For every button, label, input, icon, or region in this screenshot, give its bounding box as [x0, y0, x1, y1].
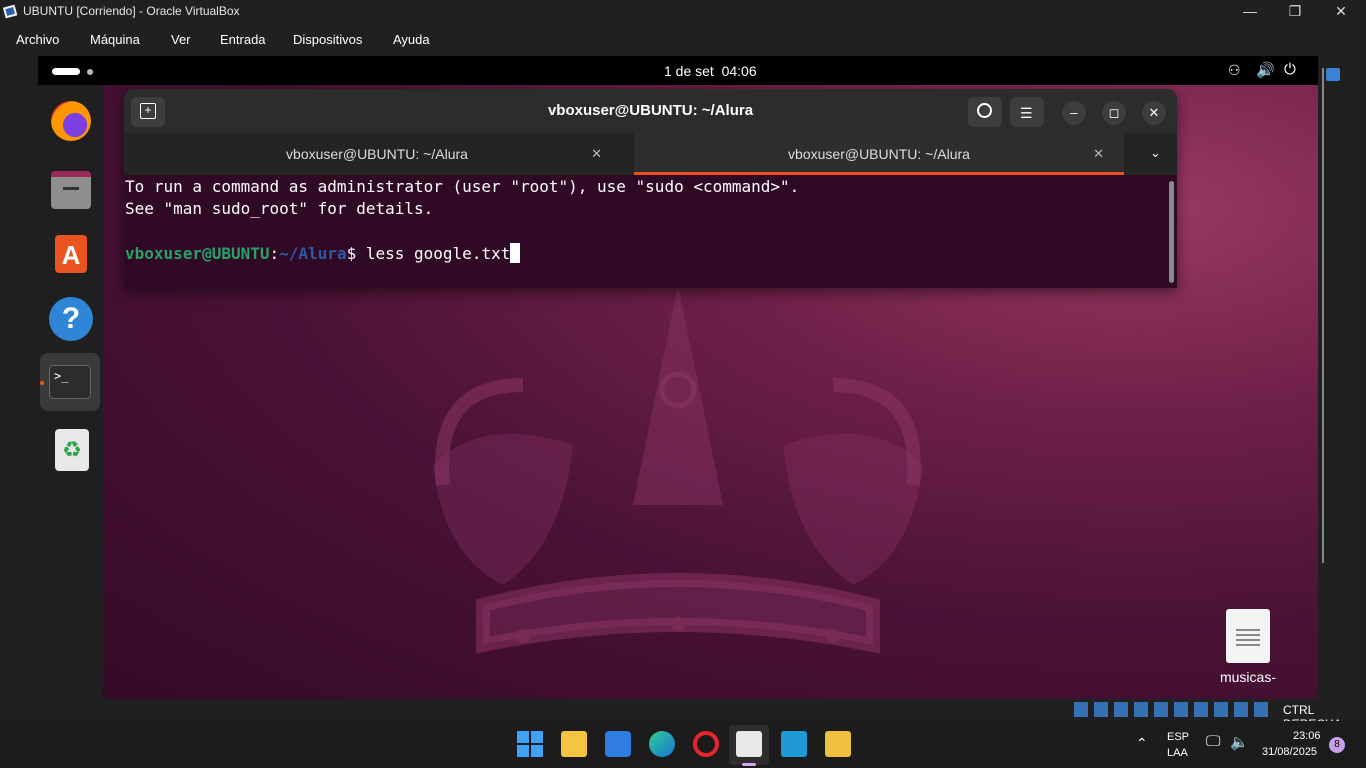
host-side-strip [1318, 56, 1366, 699]
prompt-path: ~/Alura [279, 244, 347, 263]
minimize-button[interactable]: — [1227, 0, 1273, 23]
desktop-file-label: musicas-favoritas.txt [1219, 669, 1276, 685]
vm-screen[interactable]: 1 de set 04:06 ⚇ 🔊 ⏻ A ? >_ ♻ + vboxuser… [38, 56, 1318, 699]
vscode-icon[interactable] [781, 731, 807, 757]
windows-start-icon[interactable] [517, 731, 543, 757]
tab-overflow-chevron-icon[interactable]: ⌄ [1150, 145, 1161, 161]
app-center-icon[interactable]: A [47, 229, 95, 277]
files-icon[interactable] [47, 163, 95, 211]
terminal-headerbar: + vboxuser@UBUNTU: ~/Alura ☰ – ◻ ✕ [124, 89, 1177, 133]
running-indicator [40, 381, 44, 385]
trash-icon[interactable]: ♻ [47, 425, 95, 473]
store-icon[interactable] [605, 731, 631, 757]
terminal-tabbar: vboxuser@UBUNTU: ~/Alura ✕ vboxuser@UBUN… [124, 133, 1177, 175]
restore-button[interactable]: ❐ [1272, 0, 1318, 23]
windows-taskbar: ⌃ ESP LAA 🖵 🔈 23:06 31/08/2025 8 [0, 721, 1366, 768]
tray-date[interactable]: 31/08/2025 [1262, 746, 1317, 758]
tab-2[interactable]: vboxuser@UBUNTU: ~/Alura ✕ [634, 133, 1124, 175]
output-line: To run a command as administrator (user … [125, 177, 800, 196]
show-hidden-icons-chevron[interactable]: ⌃ [1136, 735, 1148, 752]
host-titlebar: UBUNTU [Corriendo] - Oracle VirtualBox —… [0, 0, 1366, 23]
vbox-status-bar: CTRL DERECHA [1068, 699, 1366, 731]
prompt-line: vboxuser@UBUNTU:~/Alura$ less google.txt [125, 243, 521, 263]
text-file-icon [1226, 609, 1270, 663]
terminal-close-button[interactable]: ✕ [1142, 101, 1166, 125]
network-icon[interactable]: ⚇ [1228, 62, 1241, 79]
prompt-user: vboxuser@UBUNTU [125, 244, 270, 263]
menu-entrada[interactable]: Entrada [220, 32, 266, 47]
output-line: See "man sudo_root" for details. [125, 199, 434, 218]
workspace-dot[interactable] [87, 69, 93, 75]
search-icon [977, 103, 992, 118]
menu-dispositivos[interactable]: Dispositivos [293, 32, 362, 47]
host-menubar: Archivo Máquina Ver Entrada Dispositivos… [0, 23, 1366, 55]
search-button[interactable] [968, 97, 1002, 127]
terminal-window[interactable]: + vboxuser@UBUNTU: ~/Alura ☰ – ◻ ✕ vboxu… [124, 89, 1177, 288]
keyboard-layout[interactable]: LAA [1167, 747, 1188, 759]
cursor [510, 243, 521, 263]
gnome-top-bar: 1 de set 04:06 ⚇ 🔊 ⏻ [38, 56, 1318, 85]
virtualbox-taskbar-icon[interactable] [825, 731, 851, 757]
ubuntu-dock: A ? >_ ♻ [38, 85, 103, 699]
power-icon[interactable]: ⏻ [1284, 61, 1296, 78]
virtualbox-icon [2, 4, 18, 19]
snipping-tool-icon[interactable] [736, 731, 762, 757]
host-scrollbar[interactable] [1322, 68, 1324, 563]
notification-icon[interactable] [1326, 68, 1340, 81]
desktop-file[interactable]: musicas-favoritas.txt [1188, 609, 1308, 686]
menu-maquina[interactable]: Máquina [90, 32, 140, 47]
terminal-icon[interactable]: >_ [47, 359, 95, 407]
help-icon[interactable]: ? [47, 295, 95, 343]
tab-1[interactable]: vboxuser@UBUNTU: ~/Alura ✕ [132, 133, 622, 175]
gnome-clock[interactable]: 1 de set 04:06 [664, 63, 757, 79]
command-text: less google.txt [356, 244, 511, 263]
volume-icon[interactable]: 🔊 [1256, 61, 1275, 79]
edge-icon[interactable] [649, 731, 675, 757]
tab-label: vboxuser@UBUNTU: ~/Alura [286, 146, 468, 162]
prompt-sep: : [269, 244, 280, 263]
hamburger-icon: ☰ [1020, 105, 1033, 121]
terminal-scrollbar[interactable] [1169, 181, 1174, 283]
menu-ayuda[interactable]: Ayuda [393, 32, 430, 47]
terminal-maximize-button[interactable]: ◻ [1102, 101, 1126, 125]
network-tray-icon[interactable]: 🖵 [1206, 733, 1220, 750]
menu-button[interactable]: ☰ [1010, 97, 1044, 127]
close-button[interactable]: ✕ [1318, 0, 1364, 23]
terminal-minimize-button[interactable]: – [1062, 101, 1086, 125]
menu-archivo[interactable]: Archivo [16, 32, 59, 47]
tab-label: vboxuser@UBUNTU: ~/Alura [788, 146, 970, 162]
firefox-icon[interactable] [47, 97, 95, 145]
active-app-indicator [742, 763, 756, 766]
terminal-output[interactable]: To run a command as administrator (user … [124, 175, 1177, 288]
file-explorer-icon[interactable] [561, 731, 587, 757]
speaker-tray-icon[interactable]: 🔈 [1230, 733, 1249, 751]
workspace-indicator[interactable] [52, 68, 80, 75]
menu-ver[interactable]: Ver [171, 32, 191, 47]
tray-time[interactable]: 23:06 [1293, 730, 1321, 742]
tab-close-icon[interactable]: ✕ [591, 133, 602, 175]
opera-icon[interactable] [693, 731, 719, 757]
window-title: UBUNTU [Corriendo] - Oracle VirtualBox [23, 4, 240, 18]
vbox-device-icons[interactable] [1074, 702, 1274, 717]
language-indicator[interactable]: ESP [1167, 731, 1189, 743]
tab-close-icon[interactable]: ✕ [1093, 133, 1104, 175]
notification-badge[interactable]: 8 [1329, 737, 1345, 753]
prompt-symbol: $ [346, 244, 357, 263]
